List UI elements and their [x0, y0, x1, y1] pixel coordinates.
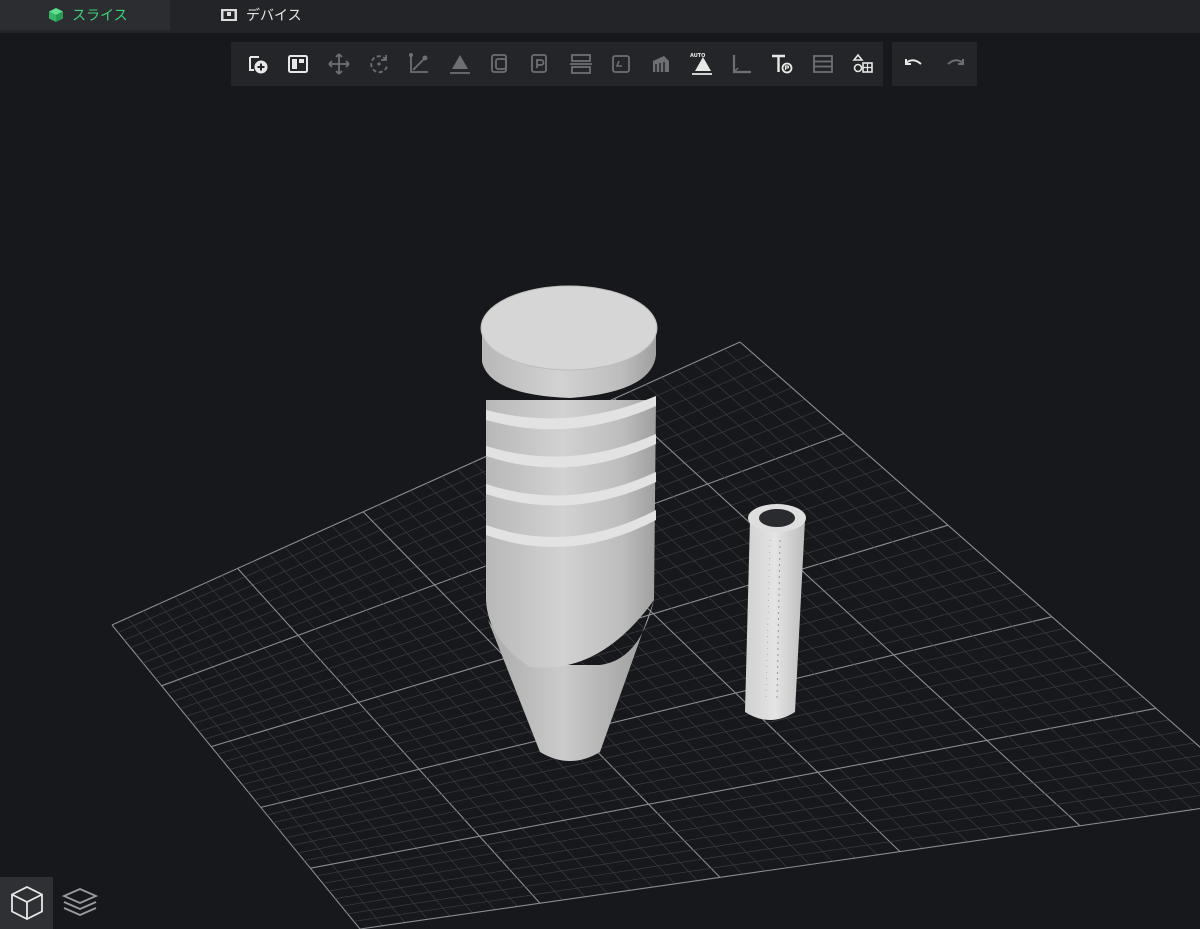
- hollow-button[interactable]: [480, 42, 520, 86]
- 3d-viewport[interactable]: [0, 86, 1200, 929]
- hollow-icon: [491, 54, 507, 73]
- add-model-icon: [249, 56, 268, 74]
- scale-button[interactable]: [399, 42, 439, 86]
- measure-button[interactable]: [722, 42, 762, 86]
- base-button[interactable]: [601, 42, 641, 86]
- main-toolbar: AUTO: [231, 42, 883, 86]
- layers-list-icon: [812, 55, 833, 73]
- view-mode-switcher: [0, 877, 106, 929]
- grid-minor-line: [341, 768, 1200, 907]
- cube-outline-icon: [10, 885, 43, 921]
- grid-minor-line: [328, 742, 1196, 892]
- history-toolbar: [892, 42, 977, 86]
- redo-button[interactable]: [936, 42, 976, 86]
- rotate-icon: [370, 55, 388, 74]
- text-icon: [772, 54, 793, 74]
- grid-minor-line: [335, 755, 1200, 899]
- rotate-button[interactable]: [359, 42, 399, 86]
- arrange-icon: [288, 55, 309, 73]
- redo-icon: [947, 59, 964, 65]
- undo-icon: [905, 59, 922, 65]
- support-icon: [653, 56, 670, 72]
- move-button[interactable]: [319, 42, 359, 86]
- cube-icon: [48, 7, 64, 23]
- undo-button[interactable]: [893, 42, 933, 86]
- punch-hole-button[interactable]: [520, 42, 560, 86]
- support-button[interactable]: [641, 42, 681, 86]
- move-icon: [328, 53, 350, 75]
- grid-minor-line: [661, 377, 1148, 817]
- lay-flat-icon: [449, 55, 470, 74]
- split-button[interactable]: [561, 42, 601, 86]
- grid-minor-line: [347, 781, 1200, 915]
- printer-icon: [220, 7, 238, 23]
- tab-device-label: デバイス: [246, 8, 302, 24]
- build-plate-grid: [111, 341, 1200, 929]
- base-icon: [612, 55, 630, 73]
- scale-icon: [409, 53, 429, 73]
- layer-view-button[interactable]: [53, 877, 106, 929]
- split-icon: [569, 54, 592, 74]
- grid-minor-line: [322, 730, 1183, 884]
- top-tab-bar: スライス デバイス: [0, 0, 1200, 33]
- tab-slice[interactable]: スライス: [0, 0, 170, 30]
- auto-support-icon: AUTO: [690, 53, 712, 75]
- punch-hole-icon: [531, 54, 548, 73]
- text-button[interactable]: [762, 42, 802, 86]
- auto-support-button[interactable]: AUTO: [681, 42, 721, 86]
- grid-minor-line: [353, 795, 1200, 922]
- grid-major-line: [359, 808, 1200, 929]
- stacked-layers-icon: [61, 888, 98, 916]
- shapes-icon: [852, 53, 873, 73]
- layers-list-button[interactable]: [802, 42, 842, 86]
- ruler-icon: [732, 55, 751, 74]
- arrange-button[interactable]: [278, 42, 318, 86]
- model-tube[interactable]: [745, 504, 806, 720]
- lay-flat-button[interactable]: [440, 42, 480, 86]
- model-knob[interactable]: [480, 285, 658, 761]
- tab-device[interactable]: デバイス: [220, 0, 302, 30]
- add-model-button[interactable]: [238, 42, 278, 86]
- 3d-view-button[interactable]: [0, 877, 53, 929]
- tab-slice-label: スライス: [72, 8, 128, 24]
- shapes-button[interactable]: [843, 42, 883, 86]
- build-plate-scene: [111, 285, 1200, 929]
